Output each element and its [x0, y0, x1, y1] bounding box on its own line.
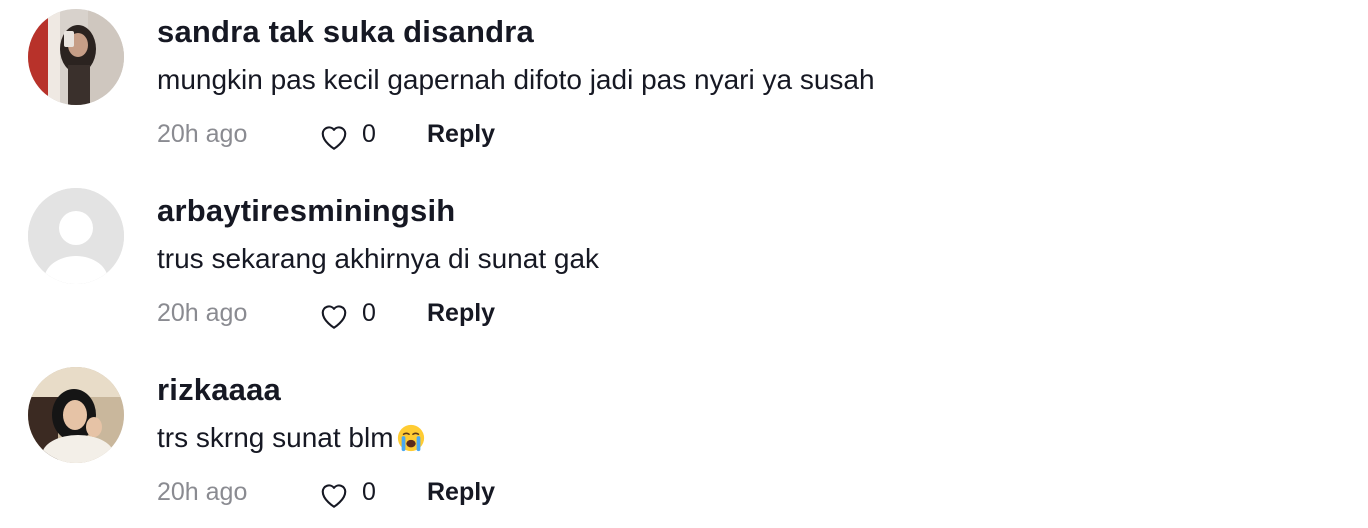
comment-text: trs skrng sunat blm — [157, 422, 426, 454]
heart-outline-icon[interactable] — [316, 118, 352, 154]
comment-username[interactable]: rizkaaaa — [157, 372, 281, 408]
comment-item: arbaytiresminingsih trus sekarang akhirn… — [0, 179, 1368, 349]
avatar-image — [28, 9, 124, 105]
like-count: 0 — [362, 299, 376, 327]
comment-text: mungkin pas kecil gapernah difoto jadi p… — [157, 64, 875, 96]
reply-button[interactable]: Reply — [427, 478, 495, 507]
comment-meta: 20h ago 0 Reply — [157, 476, 757, 512]
avatar-image — [28, 367, 124, 463]
heart-outline-icon[interactable] — [316, 297, 352, 333]
comment-text-content: trs skrng sunat blm — [157, 422, 394, 453]
like-count: 0 — [362, 120, 376, 148]
comment-timestamp: 20h ago — [157, 478, 248, 506]
avatar[interactable] — [28, 188, 124, 284]
comment-username[interactable]: arbaytiresminingsih — [157, 193, 455, 229]
comment-text-content: trus sekarang akhirnya di sunat gak — [157, 243, 600, 274]
loudly-crying-face-icon — [396, 423, 426, 453]
comment-meta: 20h ago 0 Reply — [157, 118, 757, 154]
comment-username[interactable]: sandra tak suka disandra — [157, 14, 534, 50]
comment-item: sandra tak suka disandra mungkin pas kec… — [0, 0, 1368, 170]
heart-outline-icon[interactable] — [316, 476, 352, 512]
comment-meta: 20h ago 0 Reply — [157, 297, 757, 333]
comment-item: rizkaaaa trs skrng sunat blm 20h ago 0 R… — [0, 358, 1368, 528]
comment-timestamp: 20h ago — [157, 299, 248, 327]
avatar[interactable] — [28, 367, 124, 463]
reply-button[interactable]: Reply — [427, 299, 495, 328]
reply-button[interactable]: Reply — [427, 120, 495, 149]
comment-text: trus sekarang akhirnya di sunat gak — [157, 243, 599, 275]
avatar[interactable] — [28, 9, 124, 105]
like-count: 0 — [362, 478, 376, 506]
default-avatar-icon — [28, 188, 124, 284]
comment-text-content: mungkin pas kecil gapernah difoto jadi p… — [157, 64, 875, 95]
comment-timestamp: 20h ago — [157, 120, 248, 148]
